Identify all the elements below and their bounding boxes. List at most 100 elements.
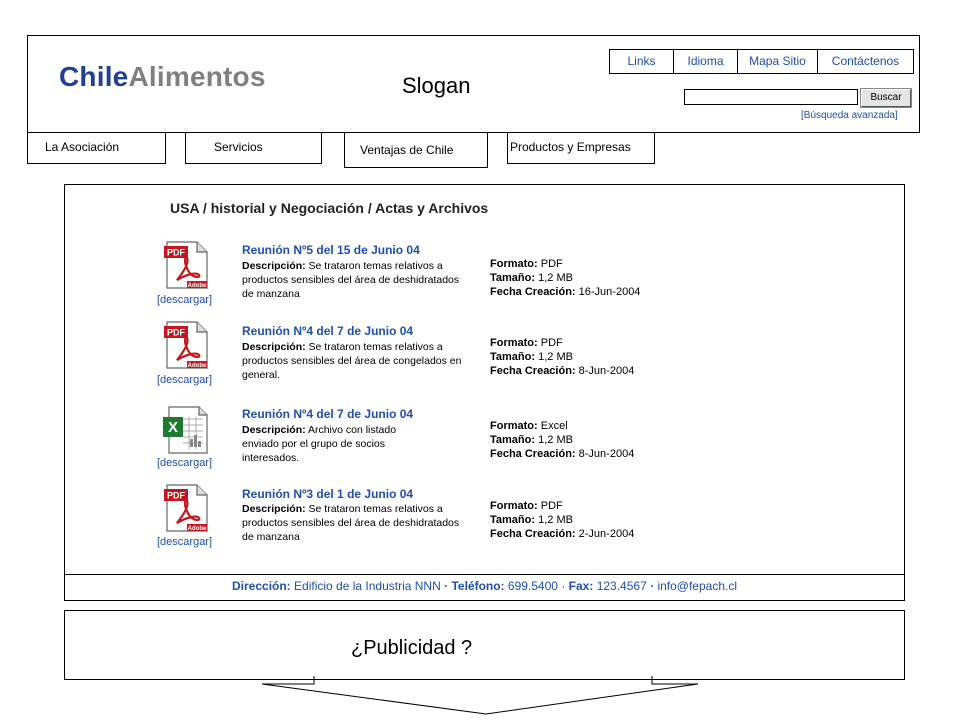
document-title[interactable]: Reunión Nº4 del 7 de Junio 04 <box>242 407 413 421</box>
svg-text:PDF: PDF <box>167 248 186 258</box>
created-label: Fecha Creación: <box>490 448 576 460</box>
description-label: Descripción: <box>242 424 306 436</box>
created-value: 2-Jun-2004 <box>578 528 635 540</box>
document-title[interactable]: Reunión Nº5 del 15 de Junio 04 <box>242 243 420 257</box>
nav-tab-label: Servicios <box>214 140 263 154</box>
size-value: 1,2 MB <box>538 434 573 446</box>
document-title[interactable]: Reunión Nº3 del 1 de Junio 04 <box>242 487 413 501</box>
phone-label: Teléfono: <box>451 579 505 593</box>
excel-icon[interactable]: X <box>163 405 208 454</box>
document-metadata: Formato: Excel Tamaño: 1,2 MB Fecha Crea… <box>490 419 634 461</box>
address-label: Dirección: <box>232 579 291 593</box>
download-link[interactable]: [descargar] <box>157 457 212 469</box>
top-link-links[interactable]: Links <box>610 50 673 73</box>
ad-banner[interactable] <box>64 610 905 680</box>
format-label: Formato: <box>490 420 538 432</box>
size-value: 1,2 MB <box>538 514 573 526</box>
nav-tab-label: Ventajas de Chile <box>360 143 454 157</box>
created-label: Fecha Creación: <box>490 286 576 298</box>
created-row: Fecha Creación: 2-Jun-2004 <box>490 527 634 541</box>
footer-contact: Dirección: Edificio de la Industria NNN … <box>64 579 905 593</box>
size-label: Tamaño: <box>490 351 536 363</box>
advanced-search-link[interactable]: [Búsqueda avanzada] <box>801 110 898 121</box>
ad-text: ¿Publicidad ? <box>351 637 473 659</box>
format-label: Formato: <box>490 500 538 512</box>
separator: · <box>444 579 449 593</box>
footer-divider <box>64 574 905 575</box>
document-description: Descripción: Se trataron temas relativos… <box>242 259 467 301</box>
svg-text:Adobe: Adobe <box>188 283 207 289</box>
nav-tab-productos-y-empresas[interactable]: Productos y Empresas <box>507 132 655 164</box>
nav-tab-label: Productos y Empresas <box>510 140 631 154</box>
fax-value: 123.4567 <box>596 579 647 593</box>
down-arrow-icon <box>262 676 698 715</box>
svg-text:Adobe: Adobe <box>188 526 207 532</box>
separator: · <box>650 579 655 593</box>
format-label: Formato: <box>490 258 538 270</box>
pdf-icon[interactable]: PDF Adobe <box>163 240 208 289</box>
pdf-icon[interactable]: PDF Adobe <box>163 320 208 369</box>
nav-tab-label: La Asociación <box>45 140 120 154</box>
fax-label: Fax: <box>568 579 594 593</box>
description-label: Descripción: <box>242 260 306 272</box>
download-link[interactable]: [descargar] <box>157 294 212 306</box>
svg-text:PDF: PDF <box>167 328 186 338</box>
nav-tab-servicios[interactable]: Servicios <box>185 132 322 164</box>
format-row: Formato: Excel <box>490 419 634 433</box>
document-description: Descripción: Archivo con listado enviado… <box>242 423 422 465</box>
nav-tab-ventajas-de-chile[interactable]: Ventajas de Chile <box>344 132 488 168</box>
description-label: Descripción: <box>242 341 306 353</box>
size-label: Tamaño: <box>490 434 536 446</box>
created-row: Fecha Creación: 8-Jun-2004 <box>490 364 634 378</box>
size-row: Tamaño: 1,2 MB <box>490 433 634 447</box>
top-link-contactenos[interactable]: Contáctenos <box>817 50 913 73</box>
format-row: Formato: PDF <box>490 499 634 513</box>
pdf-icon[interactable]: PDF Adobe <box>163 483 208 532</box>
document-description: Descripción: Se trataron temas relativos… <box>242 340 467 382</box>
size-value: 1,2 MB <box>538 272 573 284</box>
format-value: PDF <box>540 258 563 270</box>
document-description: Descripción: Se trataron temas relativos… <box>242 502 467 544</box>
top-links-bar: Links Idioma Mapa Sitio Contáctenos <box>609 49 914 74</box>
size-row: Tamaño: 1,2 MB <box>490 513 634 527</box>
created-value: 8-Jun-2004 <box>578 448 635 460</box>
document-metadata: Formato: PDF Tamaño: 1,2 MB Fecha Creaci… <box>490 499 634 541</box>
document-title[interactable]: Reunión Nº4 del 7 de Junio 04 <box>242 324 413 338</box>
created-value: 16-Jun-2004 <box>578 286 641 298</box>
format-value: PDF <box>540 337 563 349</box>
created-row: Fecha Creación: 16-Jun-2004 <box>490 285 640 299</box>
description-label: Descripción: <box>242 503 306 515</box>
phone-value: 699.5400 <box>507 579 558 593</box>
document-metadata: Formato: PDF Tamaño: 1,2 MB Fecha Creaci… <box>490 336 634 378</box>
site-logo[interactable]: ChileAlimentos <box>59 61 266 93</box>
svg-text:X: X <box>168 419 178 436</box>
top-link-mapa-sitio[interactable]: Mapa Sitio <box>737 50 817 73</box>
size-row: Tamaño: 1,2 MB <box>490 350 634 364</box>
size-label: Tamaño: <box>490 514 536 526</box>
address-value: Edificio de la Industria NNN <box>294 579 441 593</box>
created-value: 8-Jun-2004 <box>578 365 635 377</box>
search-input[interactable] <box>684 89 858 105</box>
logo-part-2: Alimentos <box>128 61 266 92</box>
format-value: Excel <box>540 420 568 432</box>
logo-part-1: Chile <box>59 61 129 92</box>
section-title: USA / historial y Negociación / Actas y … <box>170 200 489 216</box>
format-value: PDF <box>540 500 563 512</box>
created-label: Fecha Creación: <box>490 365 576 377</box>
download-link[interactable]: [descargar] <box>157 536 212 548</box>
svg-text:PDF: PDF <box>167 491 186 501</box>
separator: · <box>561 579 566 593</box>
created-label: Fecha Creación: <box>490 528 576 540</box>
document-metadata: Formato: PDF Tamaño: 1,2 MB Fecha Creaci… <box>490 257 640 299</box>
svg-text:Adobe: Adobe <box>188 363 207 369</box>
size-value: 1,2 MB <box>538 351 573 363</box>
email-link[interactable]: info@fepach.cl <box>657 579 737 593</box>
top-link-idioma[interactable]: Idioma <box>673 50 737 73</box>
download-link[interactable]: [descargar] <box>157 374 212 386</box>
created-row: Fecha Creación: 8-Jun-2004 <box>490 447 634 461</box>
nav-tab-la-asociacion[interactable]: La Asociación <box>27 132 166 164</box>
format-label: Formato: <box>490 337 538 349</box>
size-row: Tamaño: 1,2 MB <box>490 271 640 285</box>
format-row: Formato: PDF <box>490 257 640 271</box>
search-button[interactable]: Buscar <box>860 88 912 108</box>
